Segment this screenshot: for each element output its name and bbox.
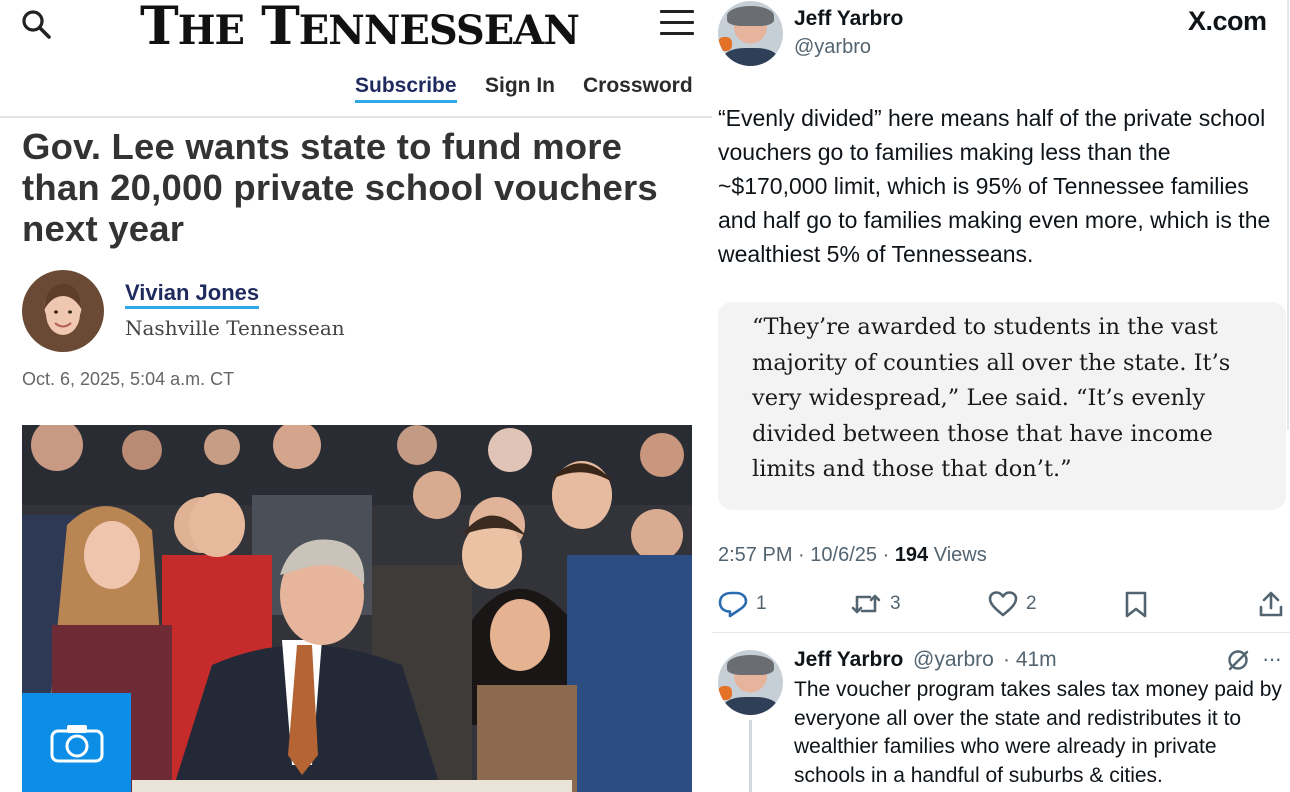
camera-icon[interactable] bbox=[22, 693, 131, 792]
like-count: 2 bbox=[1026, 593, 1037, 614]
reply-button[interactable]: 1 bbox=[718, 590, 767, 618]
repost-button[interactable]: 3 bbox=[850, 590, 901, 618]
divider bbox=[712, 632, 1290, 633]
post-time[interactable]: 2:57 PM bbox=[718, 544, 792, 566]
thread-line bbox=[749, 720, 752, 792]
reply-display-name[interactable]: Jeff Yarbro bbox=[794, 648, 903, 672]
hamburger-menu-icon[interactable] bbox=[660, 10, 694, 38]
share-icon bbox=[1259, 591, 1283, 617]
meta-separator: · bbox=[798, 544, 805, 566]
meta-separator: · bbox=[882, 544, 890, 566]
grok-icon[interactable] bbox=[1226, 648, 1250, 672]
divider bbox=[0, 116, 712, 118]
quote-card: “They’re awarded to students in the vast… bbox=[718, 302, 1286, 510]
subscribe-link[interactable]: Subscribe bbox=[355, 74, 457, 103]
article-panel: THE TENNESSEAN Subscribe Sign In Crosswo… bbox=[0, 0, 712, 792]
author-avatar[interactable] bbox=[718, 1, 783, 66]
x-logo[interactable]: X.com bbox=[1188, 6, 1267, 37]
reply-text: The voucher program takes sales tax mone… bbox=[794, 678, 1282, 787]
post-display-name[interactable]: Jeff Yarbro bbox=[794, 7, 903, 31]
publish-date: Oct. 6, 2025, 5:04 a.m. CT bbox=[22, 369, 235, 389]
site-logo[interactable]: THE TENNESSEAN bbox=[140, 0, 580, 57]
sign-in-link[interactable]: Sign In bbox=[485, 74, 555, 98]
post-panel: Jeff Yarbro @yarbro X.com “Evenly divide… bbox=[712, 0, 1290, 792]
like-button[interactable]: 2 bbox=[988, 590, 1037, 618]
post-handle[interactable]: @yarbro bbox=[794, 36, 871, 59]
heart-icon bbox=[988, 591, 1018, 617]
reply-icon bbox=[718, 591, 748, 618]
article-headline: Gov. Lee wants state to fund more than 2… bbox=[22, 126, 658, 249]
author-name-link[interactable]: Vivian Jones bbox=[125, 280, 260, 309]
repost-icon bbox=[851, 594, 881, 614]
more-options-icon[interactable]: ··· bbox=[1262, 648, 1282, 670]
repost-count: 3 bbox=[890, 593, 901, 614]
reply-handle[interactable]: @yarbro bbox=[913, 648, 994, 672]
reply-count: 1 bbox=[756, 593, 767, 614]
crossword-link[interactable]: Crossword bbox=[583, 74, 693, 98]
post-date[interactable]: 10/6/25 bbox=[810, 544, 877, 566]
bookmark-button[interactable] bbox=[1124, 590, 1148, 618]
author-organization: Nashville Tennessean bbox=[125, 316, 345, 340]
reply-author-avatar[interactable] bbox=[718, 650, 783, 715]
views-count: 194 bbox=[894, 544, 929, 566]
post-text: “Evenly divided” here means half of the … bbox=[718, 105, 1271, 267]
divider bbox=[1287, 0, 1289, 430]
reply-timestamp[interactable]: · 41m bbox=[1003, 648, 1057, 672]
bookmark-icon bbox=[1125, 591, 1147, 618]
share-button[interactable] bbox=[1258, 590, 1284, 618]
post-meta: 2:57 PM · 10/6/25 · 194 Views bbox=[718, 544, 987, 567]
views-label: Views bbox=[933, 544, 987, 566]
search-icon[interactable] bbox=[20, 8, 54, 42]
quote-text: “They’re awarded to students in the vast… bbox=[752, 314, 1231, 482]
author-avatar[interactable] bbox=[22, 270, 104, 352]
